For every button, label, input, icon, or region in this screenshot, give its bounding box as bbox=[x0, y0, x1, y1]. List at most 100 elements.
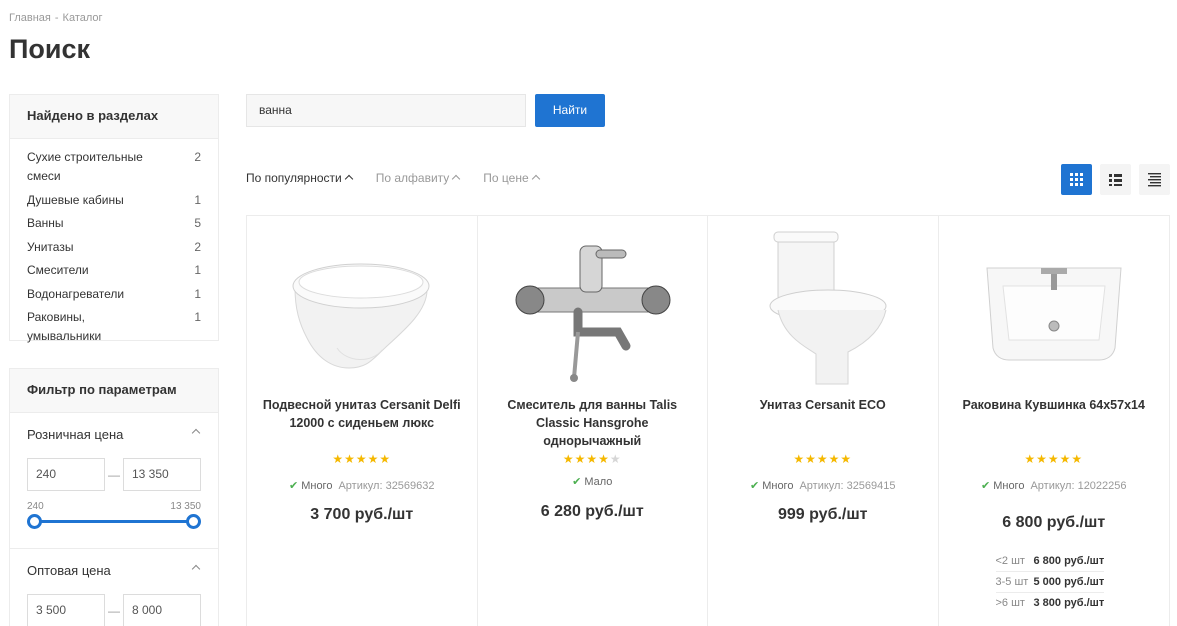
sort-label: По популярности bbox=[246, 171, 342, 185]
rating-stars: ★★★★★ bbox=[1024, 452, 1084, 466]
sort-by-popularity[interactable]: По популярности bbox=[246, 171, 353, 185]
product-price: 6 280 руб./шт bbox=[540, 503, 644, 520]
sort-bar: По популярности По алфавиту По цене bbox=[246, 171, 563, 185]
section-item[interactable]: Душевые кабины 1 bbox=[27, 191, 218, 210]
bath-mixer-image[interactable] bbox=[508, 228, 678, 388]
sections-title: Найдено в разделах bbox=[10, 95, 218, 139]
chevron-up-icon[interactable] bbox=[192, 427, 201, 436]
product-card[interactable]: Смеситель для ванны Talis Classic Hansgr… bbox=[478, 216, 708, 626]
product-title[interactable]: Подвесной унитаз Cersanit Delfi 12000 с … bbox=[262, 396, 462, 432]
wall-hung-toilet-image[interactable] bbox=[277, 228, 447, 388]
section-item-count: 1 bbox=[194, 310, 201, 324]
stock-status: ✔ Мало bbox=[478, 475, 708, 488]
retail-price-label: Розничная цена bbox=[27, 427, 124, 442]
parameter-filter-panel: Фильтр по параметрам Розничная цена 240 … bbox=[9, 368, 219, 626]
rating-stars: ★★★★★ bbox=[332, 452, 392, 466]
tier-quantity: <2 шт bbox=[995, 555, 1025, 567]
wholesale-price-from-input[interactable]: 3 500 bbox=[27, 594, 105, 626]
stock-label: Много bbox=[993, 480, 1025, 492]
section-item-count: 1 bbox=[194, 263, 201, 277]
product-card[interactable]: Подвесной унитаз Cersanit Delfi 12000 с … bbox=[247, 216, 478, 626]
product-grid: Подвесной унитаз Cersanit Delfi 12000 с … bbox=[246, 215, 1170, 626]
price-tier-row: 3-5 шт 5 000 руб./шт bbox=[995, 572, 1105, 593]
section-item-label: Душевые кабины bbox=[27, 192, 124, 207]
floor-toilet-image[interactable] bbox=[738, 228, 908, 388]
sort-by-price[interactable]: По цене bbox=[483, 171, 540, 185]
section-item[interactable]: Ванны 5 bbox=[27, 214, 218, 233]
product-card[interactable]: Раковина Кувшинка 64x57x14 ★★★★★ ✔ Много А… bbox=[939, 216, 1170, 626]
breadcrumb-home[interactable]: Главная bbox=[9, 12, 51, 24]
section-item-label: Смесители bbox=[27, 263, 89, 277]
wholesale-price-to-input[interactable]: 8 000 bbox=[123, 594, 201, 626]
slider-handle-min[interactable] bbox=[27, 514, 42, 529]
product-title[interactable]: Унитаз Cersanit ECO bbox=[723, 396, 923, 414]
breadcrumb-catalog[interactable]: Каталог bbox=[63, 12, 103, 24]
rating-stars: ★★★★★ bbox=[562, 452, 622, 466]
check-icon: ✔ bbox=[572, 476, 582, 488]
retail-price-slider[interactable] bbox=[27, 512, 201, 534]
wholesale-price-filter: Оптовая цена 3 500 — 8 000 bbox=[10, 549, 218, 626]
tier-quantity: 3-5 шт bbox=[995, 576, 1029, 588]
section-item-count: 1 bbox=[194, 192, 201, 207]
product-price: 6 800 руб./шт bbox=[1002, 514, 1106, 531]
view-list-button[interactable] bbox=[1100, 164, 1131, 195]
stock-label: Мало bbox=[584, 476, 613, 488]
chevron-up-icon bbox=[531, 174, 540, 184]
section-item-count: 1 bbox=[194, 286, 201, 301]
section-item[interactable]: Раковины, умывальники 1 bbox=[27, 308, 218, 346]
tier-price: 5 000 руб./шт bbox=[1033, 576, 1105, 588]
section-item[interactable]: Сухие строительные смеси 2 bbox=[27, 148, 218, 186]
retail-price-toggle[interactable]: Розничная цена bbox=[27, 427, 201, 445]
range-dash: — bbox=[108, 467, 120, 482]
sections-list: Сухие строительные смеси 2 Душевые кабины… bbox=[10, 139, 218, 346]
search-button[interactable]: Найти bbox=[535, 94, 605, 127]
stock-label: Много bbox=[301, 480, 333, 492]
tier-quantity: >6 шт bbox=[995, 597, 1025, 609]
retail-price-from-input[interactable]: 240 bbox=[27, 458, 105, 491]
article-number: Артикул: 32569415 bbox=[799, 480, 896, 492]
section-item-label: Водонагреватели bbox=[27, 286, 125, 301]
stock-status: ✔ Много Артикул: 32569415 bbox=[708, 479, 938, 492]
slider-handle-max[interactable] bbox=[186, 514, 201, 529]
washbasin-image[interactable] bbox=[969, 228, 1139, 388]
view-grid-button[interactable] bbox=[1061, 164, 1092, 195]
wholesale-price-label: Оптовая цена bbox=[27, 563, 111, 578]
section-item-label: Сухие строительные смеси bbox=[27, 150, 143, 183]
slider-track bbox=[33, 520, 195, 523]
section-item-count: 5 bbox=[194, 216, 201, 230]
grid-icon bbox=[1070, 173, 1083, 186]
tier-price: 6 800 руб./шт bbox=[1033, 555, 1105, 567]
retail-price-to-input[interactable]: 13 350 bbox=[123, 458, 201, 491]
product-title[interactable]: Раковина Кувшинка 64x57x14 bbox=[954, 396, 1155, 414]
product-card[interactable]: Унитаз Cersanit ECO ★★★★★ ✔ Много Артикул:… bbox=[708, 216, 939, 626]
table-icon bbox=[1148, 173, 1161, 187]
product-price: 999 руб./шт bbox=[777, 506, 868, 523]
section-item-label: Унитазы bbox=[27, 239, 74, 254]
section-item[interactable]: Водонагреватели 1 bbox=[27, 285, 218, 304]
product-title[interactable]: Смеситель для ванны Talis Classic Hansgr… bbox=[493, 396, 693, 450]
filter-title: Фильтр по параметрам bbox=[10, 369, 218, 413]
article-number: Артикул: 32569632 bbox=[338, 480, 435, 492]
retail-price-max-label: 13 350 bbox=[170, 501, 201, 512]
section-item-count: 2 bbox=[194, 150, 201, 164]
price-tiers: <2 шт 6 800 руб./шт 3-5 шт 5 000 руб./шт >… bbox=[995, 551, 1105, 614]
search-input[interactable]: ванна bbox=[246, 94, 526, 127]
wholesale-price-toggle[interactable]: Оптовая цена bbox=[27, 563, 201, 581]
breadcrumb: Главная - Каталог bbox=[9, 12, 103, 24]
product-price: 3 700 руб./шт bbox=[310, 506, 414, 523]
section-item-count: 2 bbox=[194, 239, 201, 254]
section-item[interactable]: Смесители 1 bbox=[27, 261, 218, 280]
chevron-up-icon[interactable] bbox=[192, 563, 201, 572]
section-item-label: Раковины, умывальники bbox=[27, 310, 102, 343]
section-item[interactable]: Унитазы 2 bbox=[27, 238, 218, 257]
stock-label: Много bbox=[762, 480, 794, 492]
view-table-button[interactable] bbox=[1139, 164, 1170, 195]
range-dash: — bbox=[108, 603, 120, 618]
sort-by-alphabet[interactable]: По алфавиту bbox=[376, 171, 461, 185]
stock-status: ✔ Много Артикул: 12022256 bbox=[939, 479, 1170, 492]
check-icon: ✔ bbox=[749, 480, 760, 492]
breadcrumb-separator: - bbox=[54, 12, 59, 24]
price-tier-row: <2 шт 6 800 руб./шт bbox=[995, 551, 1105, 572]
found-in-sections-panel: Найдено в разделах Сухие строительные см… bbox=[9, 94, 219, 343]
rating-stars: ★★★★★ bbox=[793, 452, 853, 466]
